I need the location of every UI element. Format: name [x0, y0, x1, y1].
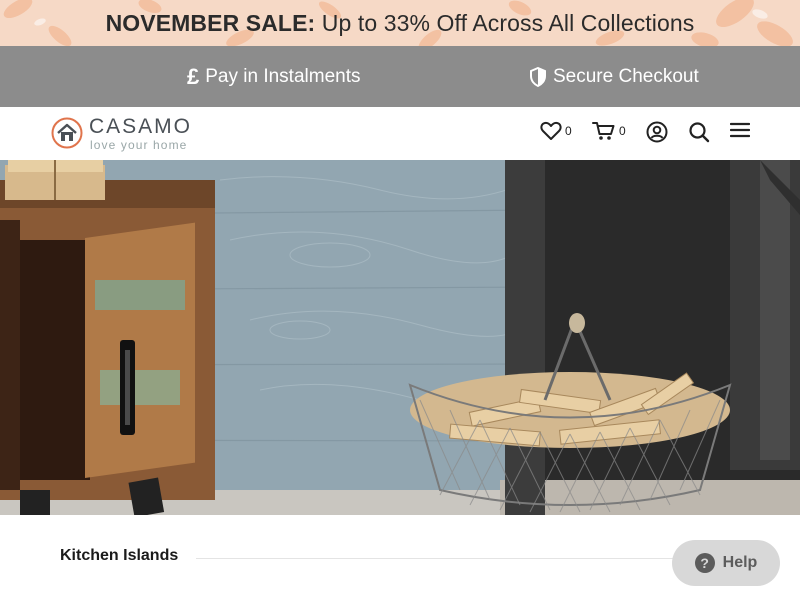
hero-banner-image[interactable] — [0, 160, 800, 515]
heart-icon — [540, 121, 562, 140]
search-icon — [689, 122, 710, 143]
help-label: Help — [722, 554, 758, 571]
help-button[interactable]: ? Help — [672, 540, 780, 586]
cart-icon — [592, 122, 615, 140]
house-logo-icon — [51, 117, 83, 149]
secure-checkout[interactable]: Secure Checkout — [529, 46, 699, 107]
pay-in-instalments[interactable]: £ Pay in Instalments — [187, 46, 361, 107]
sale-banner[interactable]: NOVEMBER SALE: Up to 33% Off Across All … — [0, 0, 800, 46]
menu-button[interactable] — [730, 121, 750, 139]
wishlist-count: 0 — [565, 124, 572, 138]
menu-icon — [730, 122, 750, 138]
account-icon — [646, 121, 668, 143]
section-title[interactable]: Kitchen Islands — [60, 547, 178, 565]
cart-button[interactable]: 0 — [592, 121, 626, 141]
sale-description: Up to 33% Off Across All Collections — [315, 9, 695, 36]
sale-label: NOVEMBER SALE: — [105, 9, 316, 36]
sale-announcement: NOVEMBER SALE: Up to 33% Off Across All … — [106, 10, 695, 37]
casamo-logo[interactable]: CASAMO love your home — [51, 115, 211, 152]
shield-icon — [529, 66, 547, 87]
wishlist-button[interactable]: 0 — [540, 121, 572, 141]
secure-checkout-label: Secure Checkout — [553, 65, 699, 87]
site-header: CASAMO love your home 0 0 — [0, 107, 800, 160]
hero-photo — [0, 160, 800, 515]
pound-icon: £ — [187, 63, 200, 89]
info-bar: £ Pay in Instalments Secure Checkout — [0, 46, 800, 107]
pay-in-instalments-label: Pay in Instalments — [205, 65, 361, 87]
cart-count: 0 — [619, 124, 626, 138]
logo-tagline: love your home — [90, 138, 188, 152]
account-button[interactable] — [646, 121, 668, 143]
logo-name: CASAMO — [89, 115, 193, 138]
search-button[interactable] — [688, 121, 710, 143]
section-divider — [196, 558, 676, 559]
question-mark-icon: ? — [694, 553, 715, 573]
